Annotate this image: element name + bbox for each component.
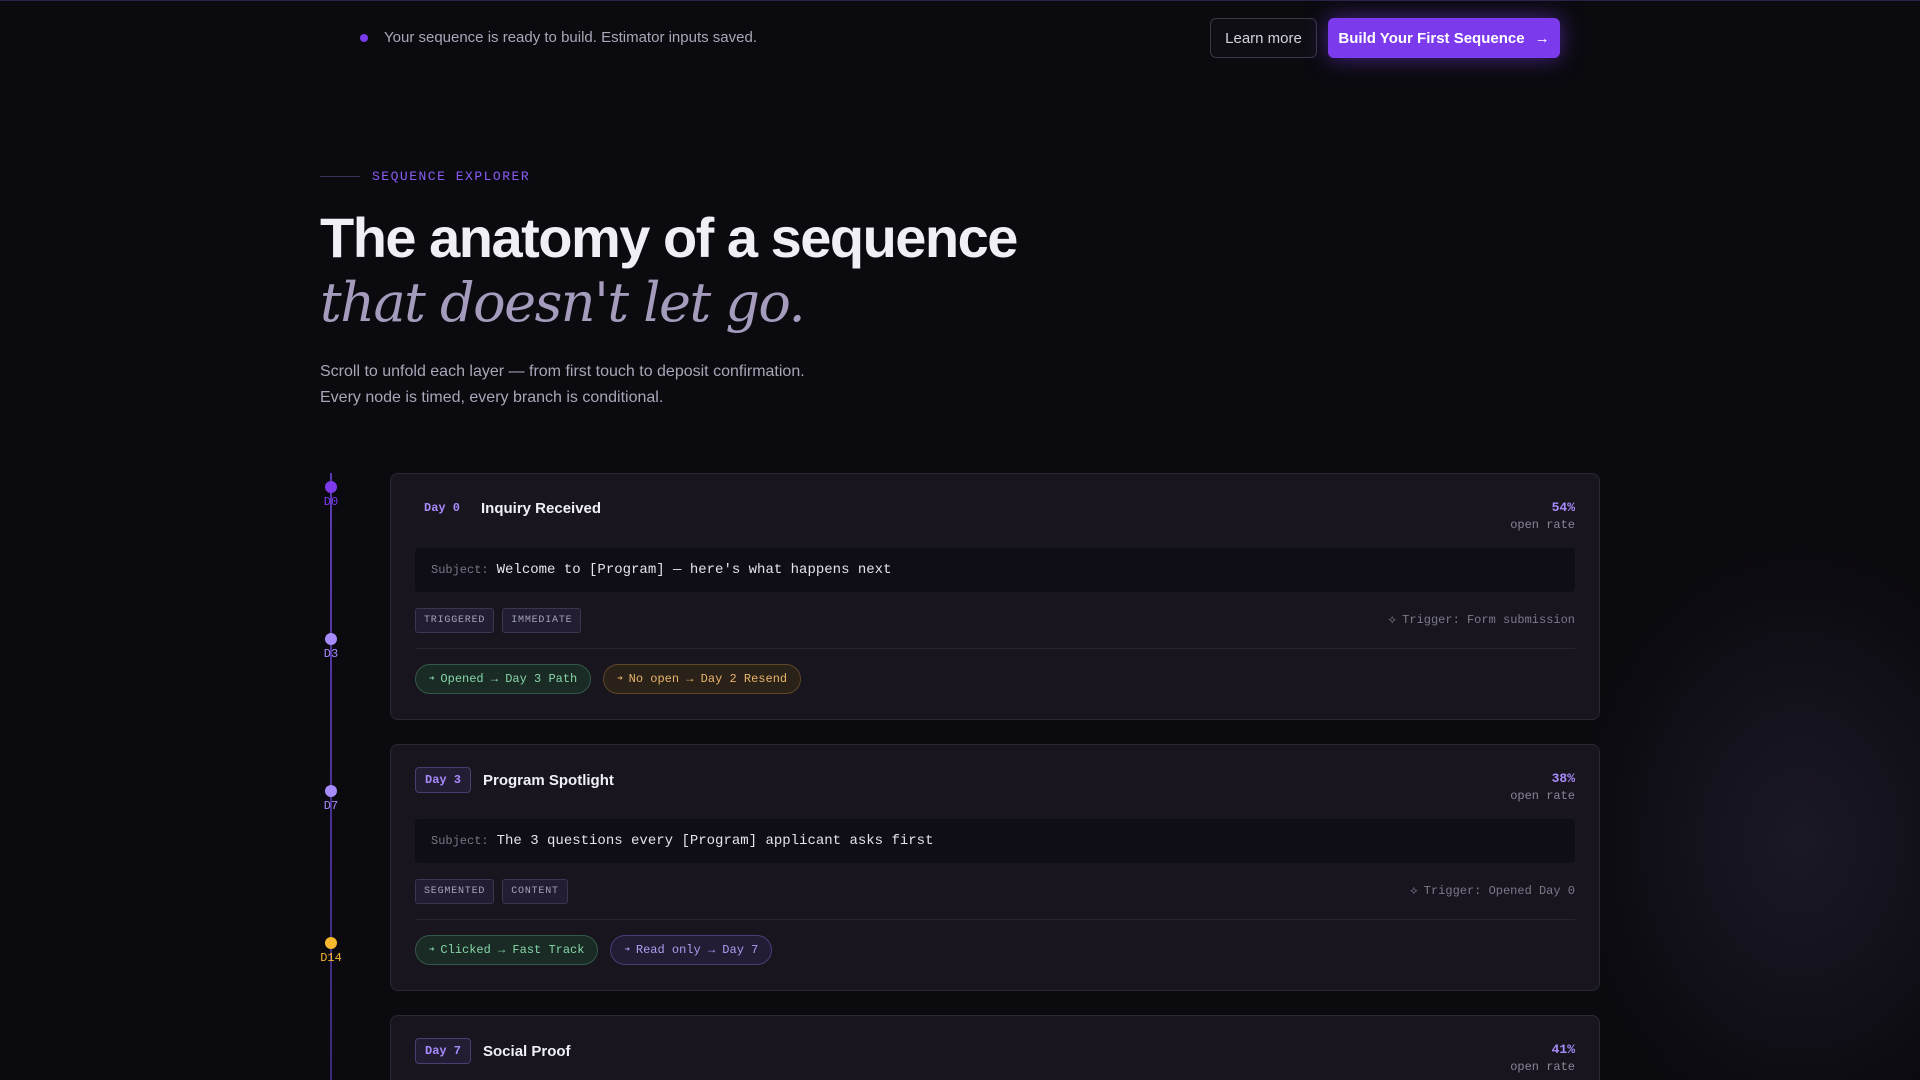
day-badge: Day 0 [424,501,461,515]
subject-value: Welcome to [Program] — here's what happe… [496,562,892,578]
open-rate-label: open rate [1510,789,1575,803]
card-header: Day 0 Inquiry Received [415,496,601,520]
timeline-dot-icon [325,481,337,493]
arrow-right-icon: → [1534,29,1550,47]
status-banner: Your sequence is ready to build. Estimat… [0,1,1920,73]
trigger-icon: ⟡ [1409,884,1418,898]
page-subtitle: that doesn't let go. [320,271,806,334]
open-rate-value: 38% [1551,771,1575,786]
branch-paths: ➜ Opened → Day 3 Path ➜ No open → Day 2 … [415,664,802,694]
arrow-icon: ➜ [624,945,630,955]
page-title: The anatomy of a sequence [320,206,1018,269]
open-rate-value: 41% [1551,1042,1575,1057]
open-rate-label: open rate [1510,1060,1575,1074]
tag: CONTENT [502,879,568,904]
timeline-node-d0[interactable]: D0 [311,481,351,509]
branch-label: Opened → Day 3 Path [440,672,578,686]
timeline-node-d7[interactable]: D7 [311,785,351,813]
learn-more-button[interactable]: Learn more [1210,18,1317,58]
card-title: Program Spotlight [483,771,614,789]
arrow-icon: ➜ [429,674,435,684]
timeline-dot-icon [325,937,337,949]
tag-list: TRIGGERED IMMEDIATE [415,608,582,633]
tag: TRIGGERED [415,608,495,633]
day-badge: Day 3 [415,767,472,793]
subject-label: Subject: [431,834,489,848]
build-first-sequence-button[interactable]: Build Your First Sequence → [1328,18,1560,58]
timeline-track [330,473,332,1080]
arrow-icon: ➜ [617,674,623,684]
subject-value: The 3 questions every [Program] applican… [496,833,934,849]
timeline-node-d14[interactable]: D14 [311,937,351,965]
branch-pill-no-open[interactable]: ➜ No open → Day 2 Resend [603,664,802,694]
sequence-card-day-7[interactable]: Day 7 Social Proof 41% open rate [390,1015,1600,1080]
description-line-1: Scroll to unfold each layer — from first… [320,363,805,380]
timeline-label: D7 [323,799,339,813]
timeline-label: D3 [323,647,339,661]
branch-pill-opened[interactable]: ➜ Opened → Day 3 Path [415,664,592,694]
branch-label: No open → Day 2 Resend [628,672,788,686]
card-divider [415,648,1575,649]
branch-pill-read-only[interactable]: ➜ Read only → Day 7 [610,935,773,965]
eyebrow-line [320,176,360,177]
sequence-card-day-0[interactable]: Day 0 Inquiry Received 54% open rate Sub… [390,473,1600,720]
trigger-text: Trigger: Opened Day 0 [1423,884,1575,898]
card-header: Day 7 Social Proof [415,1038,571,1064]
timeline-dot-icon [325,633,337,645]
trigger-text: Trigger: Form submission [1402,613,1575,627]
open-rate: 41% open rate [1510,1042,1575,1074]
trigger-icon: ⟡ [1388,613,1397,627]
card-title: Social Proof [483,1042,571,1060]
card-header: Day 3 Program Spotlight [415,767,614,793]
status-dot-icon [360,34,368,42]
timeline-label: D14 [320,951,342,965]
page-description: Scroll to unfold each layer — from first… [320,359,805,411]
open-rate-label: open rate [1510,518,1575,532]
tag: IMMEDIATE [502,608,582,633]
trigger-info: ⟡ Trigger: Form submission [1388,613,1575,627]
timeline-label: D0 [323,495,339,509]
trigger-info: ⟡ Trigger: Opened Day 0 [1410,884,1575,898]
arrow-icon: ➜ [429,945,435,955]
email-subject: Subject: Welcome to [Program] — here's w… [415,548,1575,592]
description-line-2: Every node is timed, every branch is con… [320,389,664,406]
section-eyebrow: SEQUENCE EXPLORER [320,169,530,184]
open-rate-value: 54% [1551,500,1575,515]
build-button-label: Build Your First Sequence [1338,29,1525,47]
banner-message: Your sequence is ready to build. Estimat… [384,29,757,46]
open-rate: 38% open rate [1510,771,1575,803]
timeline-node-d3[interactable]: D3 [311,633,351,661]
timeline-dot-icon [325,785,337,797]
sequence-card-day-3[interactable]: Day 3 Program Spotlight 38% open rate Su… [390,744,1600,991]
eyebrow-text: SEQUENCE EXPLORER [372,169,531,184]
card-divider [415,919,1575,920]
card-title: Inquiry Received [481,499,602,517]
email-subject: Subject: The 3 questions every [Program]… [415,819,1575,863]
open-rate: 54% open rate [1510,500,1575,532]
day-badge: Day 7 [415,1038,472,1064]
branch-pill-clicked[interactable]: ➜ Clicked → Fast Track [415,935,599,965]
tag: SEGMENTED [415,879,495,904]
branch-label: Clicked → Fast Track [440,943,585,957]
subject-label: Subject: [431,563,489,577]
tag-list: SEGMENTED CONTENT [415,879,568,904]
branch-label: Read only → Day 7 [635,943,759,957]
branch-paths: ➜ Clicked → Fast Track ➜ Read only → Day… [415,935,773,965]
